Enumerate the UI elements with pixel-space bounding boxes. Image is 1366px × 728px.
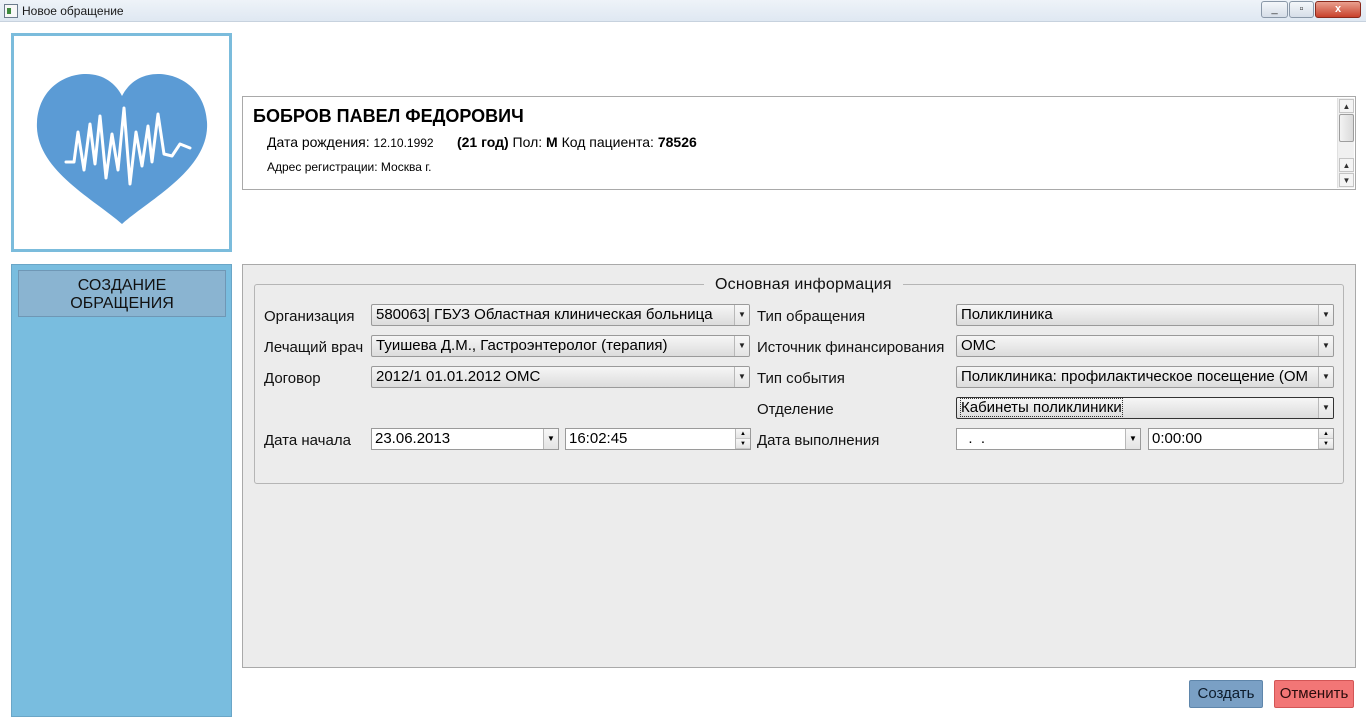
nav-create-appeal-button[interactable]: СОЗДАНИЕ ОБРАЩЕНИЯ [18,270,226,317]
create-button[interactable]: Создать [1189,680,1263,708]
minimize-button[interactable]: _ [1261,1,1288,18]
start-date-picker[interactable]: 23.06.2013 ▼ [371,428,559,450]
appeal-type-select[interactable]: Поликлиника ▼ [956,304,1334,326]
department-value: Кабинеты поликлиники [960,398,1123,417]
chevron-down-icon[interactable]: ▼ [734,305,749,325]
chevron-down-icon[interactable]: ▼ [1318,305,1333,325]
title-bar: Новое обращение _ ▫ x [0,0,1366,22]
chevron-down-icon[interactable]: ▼ [734,367,749,387]
scroll-down-arrow-icon[interactable]: ▼ [1339,173,1354,187]
sex-value: М [546,134,558,150]
logo-box [11,33,232,252]
address-value: Москва г. [380,160,432,174]
completion-time-spinner[interactable]: 0:00:00 ▲ ▼ [1148,428,1334,450]
heart-pulse-icon [36,74,208,224]
app-icon [4,4,18,18]
funding-label: Источник финансирования [757,339,945,356]
doctor-value: Туишева Д.М., Гастроэнтеролог (терапия) [376,337,668,354]
doctor-label: Лечащий врач [264,339,364,356]
completion-date-value: . . [960,430,986,447]
maximize-button[interactable]: ▫ [1289,1,1314,18]
appeal-type-label: Тип обращения [757,308,866,325]
contract-label: Договор [264,370,321,387]
start-time-spinner[interactable]: 16:02:45 ▲ ▼ [565,428,751,450]
org-select[interactable]: 580063| ГБУЗ Областная клиническая больн… [371,304,750,326]
patient-name: БОБРОВ ПАВЕЛ ФЕДОРОВИЧ [253,106,524,126]
calendar-dropdown-icon[interactable]: ▼ [543,429,558,449]
time-spin-buttons[interactable]: ▲ ▼ [1318,429,1333,449]
department-label: Отделение [757,401,834,418]
sex-label: Пол: [512,134,543,150]
chevron-down-icon[interactable]: ▼ [1318,336,1333,356]
event-type-value: Поликлиника: профилактическое посещение … [961,368,1309,385]
left-nav-panel: СОЗДАНИЕ ОБРАЩЕНИЯ [11,264,232,717]
time-spin-buttons[interactable]: ▲ ▼ [735,429,750,449]
nav-create-line2: ОБРАЩЕНИЯ [70,295,174,312]
spin-up-icon[interactable]: ▲ [736,429,750,439]
dob-label: Дата рождения: [267,134,370,150]
event-type-select[interactable]: Поликлиника: профилактическое посещение … [956,366,1334,388]
group-legend: Основная информация [704,276,903,294]
contract-value: 2012/1 01.01.2012 ОМС [376,368,541,385]
cancel-button[interactable]: Отменить [1274,680,1354,708]
nav-create-line1: СОЗДАНИЕ [77,277,167,294]
spin-up-icon[interactable]: ▲ [1319,429,1333,439]
age-value: (21 год) [456,134,509,150]
patient-details-line: Дата рождения: 12.10.1992 (21 год) Пол: … [267,134,697,150]
patient-code-label: Код пациента: [561,134,654,150]
start-time-value: 16:02:45 [569,430,628,447]
scroll-up-arrow-icon-2[interactable]: ▲ [1339,158,1354,172]
contract-select[interactable]: 2012/1 01.01.2012 ОМС ▼ [371,366,750,388]
start-date-value: 23.06.2013 [375,430,451,447]
main-form-panel: Основная информация Организация 580063| … [242,264,1356,668]
scroll-up-arrow-icon[interactable]: ▲ [1339,99,1354,113]
window-title: Новое обращение [22,4,124,18]
patient-info-panel: БОБРОВ ПАВЕЛ ФЕДОРОВИЧ Дата рождения: 12… [242,96,1356,190]
funding-select[interactable]: ОМС ▼ [956,335,1334,357]
event-type-label: Тип события [757,370,845,387]
chevron-down-icon[interactable]: ▼ [1318,367,1333,387]
completion-date-picker[interactable]: . . ▼ [956,428,1141,450]
calendar-dropdown-icon[interactable]: ▼ [1125,429,1140,449]
start-date-label: Дата начала [264,432,351,449]
doctor-select[interactable]: Туишева Д.М., Гастроэнтеролог (терапия) … [371,335,750,357]
spin-down-icon[interactable]: ▼ [1319,439,1333,449]
department-select[interactable]: Кабинеты поликлиники ▼ [956,397,1334,419]
close-button[interactable]: x [1315,1,1361,18]
chevron-down-icon[interactable]: ▼ [734,336,749,356]
completion-time-value: 0:00:00 [1152,430,1203,447]
address-label: Адрес регистрации: [267,160,378,174]
spin-down-icon[interactable]: ▼ [736,439,750,449]
chevron-down-icon[interactable]: ▼ [1318,398,1333,418]
address-line: Адрес регистрации: Москва г. [267,160,431,174]
completion-date-label: Дата выполнения [757,432,880,449]
patient-code-value: 78526 [657,134,697,150]
org-label: Организация [264,308,355,325]
org-value: 580063| ГБУЗ Областная клиническая больн… [376,306,713,323]
funding-value: ОМС [961,337,996,354]
dob-value: 12.10.1992 [373,136,434,150]
scroll-thumb[interactable] [1339,114,1354,142]
appeal-type-value: Поликлиника [961,306,1053,323]
patient-panel-scrollbar[interactable]: ▲ ▲ ▼ [1337,98,1354,188]
